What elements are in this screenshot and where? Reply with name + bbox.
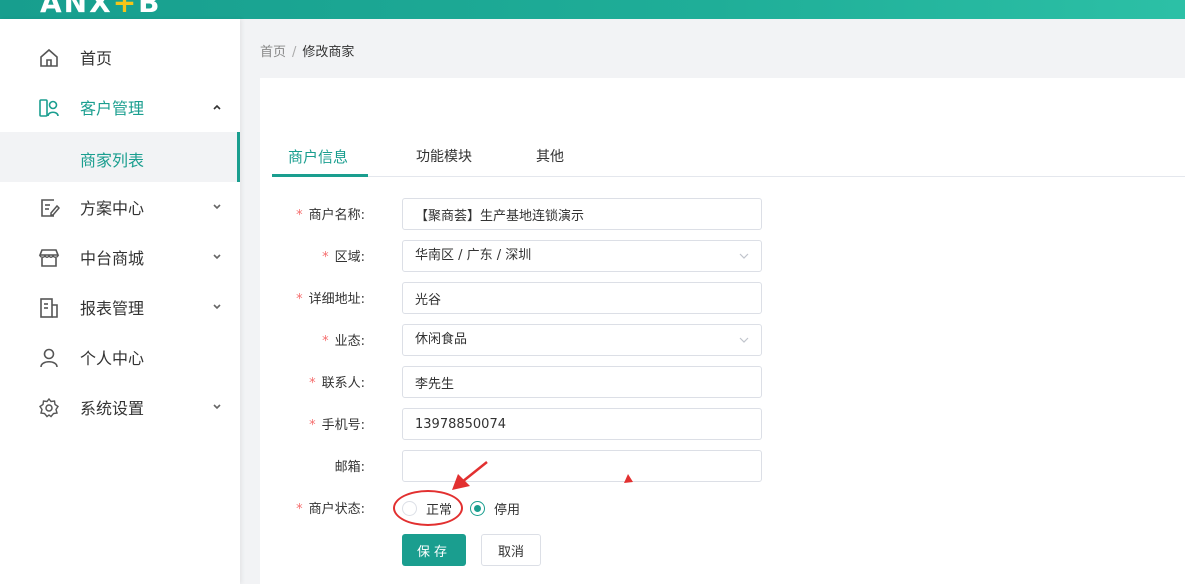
customer-icon <box>39 99 59 117</box>
breadcrumb-current: 修改商家 <box>302 45 355 60</box>
status-radio-disabled[interactable]: 停用 <box>470 499 520 518</box>
form-row-phone: * 手机号: <box>260 408 1185 440</box>
sidebar-item-system-settings[interactable]: 系统设置 <box>0 382 240 432</box>
cancel-button[interactable]: 取消 <box>481 534 541 566</box>
required-asterisk: * <box>309 376 316 391</box>
chevron-down-icon <box>213 204 221 210</box>
contact-label: * 联系人: <box>309 376 365 391</box>
required-asterisk: * <box>296 292 303 307</box>
address-label: * 详细地址: <box>296 292 365 307</box>
app-logo[interactable]: ANX+B <box>40 0 162 19</box>
form-row-contact: * 联系人: <box>260 366 1185 398</box>
required-asterisk: * <box>296 208 303 223</box>
tab-merchant-info[interactable]: 商户信息 <box>288 146 348 167</box>
sidebar-item-personal-center[interactable]: 个人中心 <box>0 332 240 382</box>
user-icon <box>40 348 58 368</box>
tab-function-modules[interactable]: 功能模块 <box>416 146 472 166</box>
store-icon <box>38 249 60 267</box>
radio-circle <box>470 501 485 516</box>
sidebar-item-label: 客户管理 <box>80 99 145 118</box>
merchant-name-label: * 商户名称: <box>296 208 365 223</box>
sidebar-item-plan-center[interactable]: 方案中心 <box>0 182 240 232</box>
sidebar-subitem-merchant-list[interactable]: 商家列表 <box>0 132 240 182</box>
top-header-bar: ANX+B <box>0 0 1185 19</box>
active-tab-underline <box>272 174 368 177</box>
form-row-merchant-name: * 商户名称: <box>260 198 1185 230</box>
breadcrumb-home-link[interactable]: 首页 <box>260 45 286 60</box>
business-type-select[interactable]: 休闲食品 <box>402 324 762 356</box>
active-indicator <box>237 132 240 182</box>
email-input[interactable] <box>402 450 762 482</box>
required-asterisk: * <box>322 334 329 349</box>
chevron-down-icon <box>739 337 749 343</box>
required-asterisk: * <box>309 418 316 433</box>
sidebar-item-label: 首页 <box>80 49 113 68</box>
sidebar-item-label: 中台商城 <box>80 249 145 268</box>
business-type-label: * 业态: <box>322 334 365 349</box>
breadcrumb: 首页 / 修改商家 <box>260 41 354 60</box>
chevron-up-icon <box>213 104 221 110</box>
chevron-down-icon <box>213 254 221 260</box>
radio-label: 停用 <box>494 503 521 518</box>
home-icon <box>40 48 58 67</box>
breadcrumb-separator: / <box>292 45 297 60</box>
sidebar-item-mid-platform-mall[interactable]: 中台商城 <box>0 232 240 282</box>
email-label: 邮箱: <box>334 460 365 475</box>
chevron-down-icon <box>739 253 749 259</box>
tab-other[interactable]: 其他 <box>536 146 564 166</box>
form-row-address: * 详细地址: <box>260 282 1185 314</box>
region-select[interactable]: 华南区 / 广东 / 深圳 <box>402 240 762 272</box>
sidebar-item-label: 方案中心 <box>80 199 145 218</box>
sidebar-item-label: 报表管理 <box>80 299 145 318</box>
sidebar-item-report-management[interactable]: 报表管理 <box>0 282 240 332</box>
contact-input[interactable] <box>402 366 762 398</box>
required-asterisk: * <box>322 250 329 265</box>
tab-bar: 商户信息 功能模块 其他 <box>272 136 1185 177</box>
sidebar-item-label: 个人中心 <box>80 349 145 368</box>
annotation-highlight-ellipse <box>393 490 463 526</box>
chevron-down-icon <box>213 304 221 310</box>
report-icon <box>40 298 58 318</box>
region-label: * 区域: <box>322 250 365 265</box>
save-button[interactable]: 保存 <box>402 534 466 566</box>
sidebar-item-label: 系统设置 <box>80 399 145 418</box>
phone-label: * 手机号: <box>309 418 365 433</box>
address-input[interactable] <box>402 282 762 314</box>
plan-icon <box>41 199 60 217</box>
status-label: * 商户状态: <box>296 502 365 517</box>
form-row-region: * 区域: 华南区 / 广东 / 深圳 <box>260 240 1185 272</box>
required-asterisk: * <box>296 502 303 517</box>
form-row-business-type: * 业态: 休闲食品 <box>260 324 1185 356</box>
sidebar-item-label: 商家列表 <box>80 151 145 170</box>
form-row-email: 邮箱: <box>260 450 1185 482</box>
sidebar-item-home[interactable]: 首页 <box>0 32 240 82</box>
settings-icon <box>39 397 59 418</box>
chevron-down-icon <box>213 404 221 410</box>
phone-input[interactable] <box>402 408 762 440</box>
merchant-name-input[interactable] <box>402 198 762 230</box>
sidebar-item-customer-management[interactable]: 客户管理 <box>0 82 240 132</box>
sidebar: 首页 客户管理 商家列表 方案中心 中台商城 报表管理 个人中心 系统设置 <box>0 19 240 584</box>
